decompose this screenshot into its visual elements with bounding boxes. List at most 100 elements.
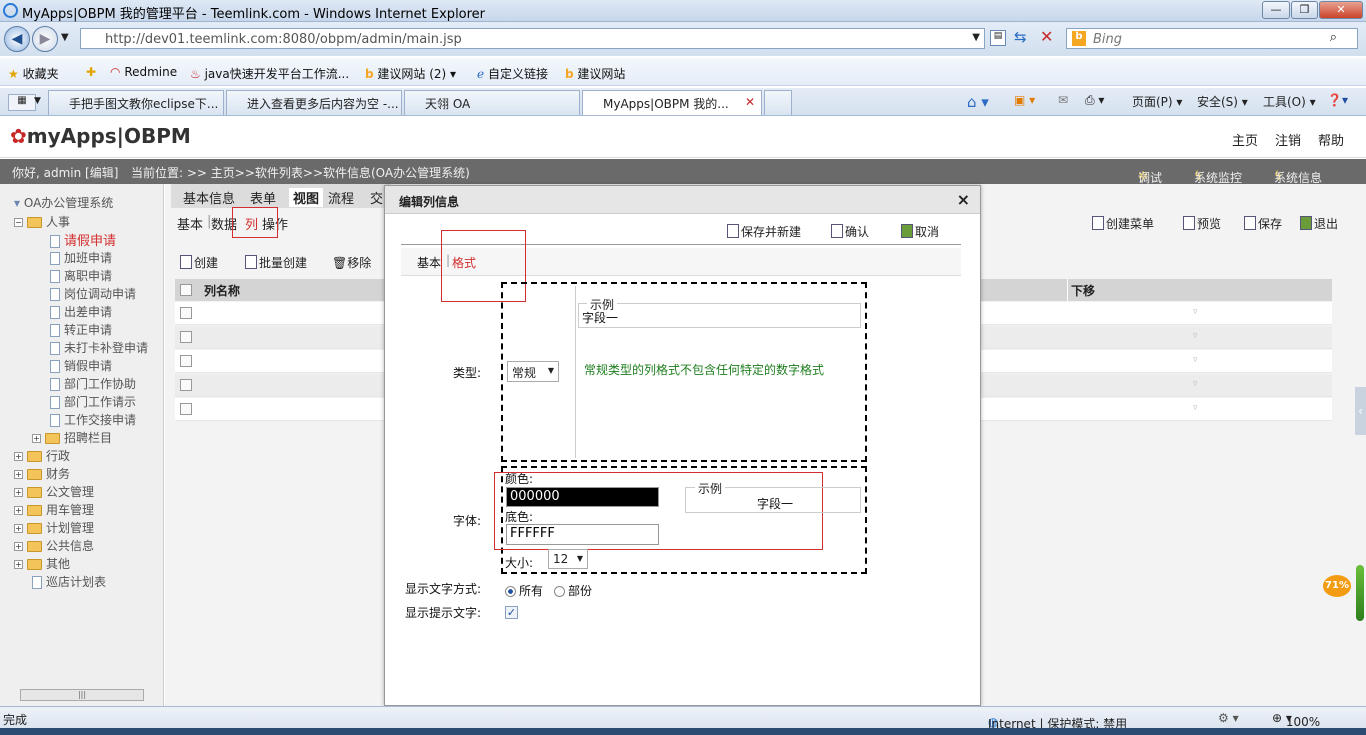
refresh-icon[interactable]: ⇆ [1014,28,1027,46]
expand-icon[interactable]: + [14,542,23,551]
tree-item[interactable]: 离职申请 [50,267,112,284]
minimize-button[interactable]: — [1262,1,1290,19]
tools-menu[interactable]: 工具(O) ▾ [1263,93,1316,110]
browser-tab[interactable]: 天翎 OA [404,90,580,115]
subtab-basic[interactable]: 基本 [177,214,203,233]
tree-folder-recruit[interactable]: + 招聘栏目 [32,429,112,446]
tree-item[interactable]: 工作交接申请 [50,411,136,428]
expand-icon[interactable]: + [14,488,23,497]
browser-tab[interactable]: 进入查看更多后内容为空 -... [226,90,402,115]
exit-button[interactable]: 退出 [1300,215,1338,232]
browser-tab[interactable]: 手把手图文教你eclipse下... [48,90,224,115]
forward-button[interactable]: ▶ [32,26,58,52]
tree-root[interactable]: ▾ OA办公管理系统 [14,194,113,211]
address-dropdown-icon[interactable]: ▼ [972,32,980,43]
row-checkbox[interactable] [180,355,192,367]
safety-menu[interactable]: 安全(S) ▾ [1197,93,1248,110]
dialog-tab-basic[interactable]: 基本 [417,254,441,271]
type-select[interactable]: 常规 ▼ [507,361,559,382]
history-dropdown-icon[interactable]: ▼ [61,32,69,43]
tree-folder[interactable]: + 其他 [14,555,70,572]
select-all-checkbox[interactable] [180,284,192,296]
expand-icon[interactable]: + [14,506,23,515]
tree-folder[interactable]: + 公文管理 [14,483,94,500]
expand-icon[interactable]: + [14,560,23,569]
tab-close-icon[interactable]: ✕ [745,95,755,109]
move-down-icon[interactable]: ▿ [1193,379,1198,389]
move-down-icon[interactable]: ▿ [1193,355,1198,365]
performance-badge[interactable]: 71% [1323,575,1351,597]
search-box[interactable]: b Bing ⌕ [1066,28,1358,49]
tree-item[interactable]: 出差申请 [50,303,112,320]
fav-redmine[interactable]: ◠ Redmine [110,65,177,79]
expand-icon[interactable]: + [14,470,23,479]
expand-icon[interactable]: + [14,524,23,533]
tree-item[interactable]: 加班申请 [50,249,112,266]
create-button[interactable]: 创建 [180,254,218,271]
display-part-radio[interactable]: 部份 [554,582,592,599]
tree-item[interactable]: 部门工作协助 [50,375,136,392]
expand-icon[interactable]: + [14,452,23,461]
favorites-button[interactable]: ★ 收藏夹 [8,65,59,82]
fav-suggested[interactable]: b 建议网站 [565,65,625,82]
quick-tabs-icon[interactable]: ▦ [8,94,36,111]
bg-color-input[interactable]: FFFFFF [506,524,659,545]
tree-horizontal-scrollbar[interactable]: ||| [20,689,144,701]
rss-icon[interactable]: ▣ ▾ [1014,93,1035,107]
dialog-close-icon[interactable]: × [957,190,970,209]
back-button[interactable]: ◀ [4,26,30,52]
confirm-button[interactable]: 确认 [831,223,869,240]
row-checkbox[interactable] [180,307,192,319]
mail-icon[interactable]: ✉ [1058,93,1068,107]
address-bar[interactable]: http://dev01.teemlink.com:8080/obpm/admi… [80,28,985,49]
color-input[interactable]: 000000 [506,487,659,507]
save-button[interactable]: 保存 [1244,215,1282,232]
compat-view-icon[interactable]: ▤ [990,30,1006,46]
save-and-new-button[interactable]: 保存并新建 [727,223,801,240]
tree-folder-hr[interactable]: − 人事 [14,213,70,230]
header-help-link[interactable]: 帮助 [1318,130,1344,149]
fav-suggested-dropdown[interactable]: b 建议网站 (2) ▾ [365,65,456,82]
maximize-button[interactable]: ❐ [1291,1,1318,19]
zoom-control[interactable]: ⊕ 100% ▾ [1272,711,1320,729]
font-size-select[interactable]: 12 ▼ [548,549,588,569]
row-checkbox[interactable] [180,331,192,343]
stop-icon[interactable]: ✕ [1040,27,1053,46]
expand-icon[interactable]: + [32,434,41,443]
tab-basic-info[interactable]: 基本信息 [183,188,235,207]
row-checkbox[interactable] [180,379,192,391]
side-collapse-tab[interactable]: ‹ [1355,387,1366,435]
batch-create-button[interactable]: 批量创建 [245,254,307,271]
page-menu[interactable]: 页面(P) ▾ [1132,93,1182,110]
tree-folder[interactable]: + 计划管理 [14,519,94,536]
new-tab-button[interactable] [764,90,792,115]
fav-custom-links[interactable]: ℯ 自定义链接 [477,65,548,82]
tree-folder[interactable]: + 公共信息 [14,537,94,554]
tree-folder[interactable]: + 财务 [14,465,70,482]
tab-form[interactable]: 表单 [250,188,276,207]
close-window-button[interactable]: ✕ [1319,1,1363,19]
tree-item[interactable]: 巡店计划表 [32,573,106,590]
tree-item[interactable]: 转正申请 [50,321,112,338]
tree-item[interactable]: 岗位调动申请 [50,285,136,302]
tree-item[interactable]: 销假申请 [50,357,112,374]
header-logout-link[interactable]: 注销 [1275,130,1301,149]
tree-item[interactable]: 请假申请 [50,230,116,249]
browser-tab-active[interactable]: MyApps|OBPM 我的... ✕ [582,90,762,115]
create-menu-button[interactable]: 创建菜单 [1092,215,1154,232]
collapse-icon[interactable]: − [14,218,23,227]
greeting[interactable]: 你好, admin [编辑] [12,164,118,181]
print-icon[interactable]: ⎙ ▾ [1085,93,1104,108]
home-icon[interactable]: ⌂ ▾ [967,93,989,111]
tree-item[interactable]: 部门工作请示 [50,393,136,410]
protected-mode-icon[interactable]: ⚙ ▾ [1218,711,1239,725]
move-down-icon[interactable]: ▿ [1193,403,1198,413]
tab-more[interactable]: 交 [370,188,383,207]
display-all-radio[interactable]: 所有 [505,582,543,599]
help-icon[interactable]: ❓▾ [1327,93,1348,107]
tree-folder[interactable]: + 行政 [14,447,70,464]
move-down-icon[interactable]: ▿ [1193,307,1198,317]
cancel-button[interactable]: 取消 [901,223,939,240]
remove-button[interactable]: 🗑移除 [332,254,371,271]
row-checkbox[interactable] [180,403,192,415]
